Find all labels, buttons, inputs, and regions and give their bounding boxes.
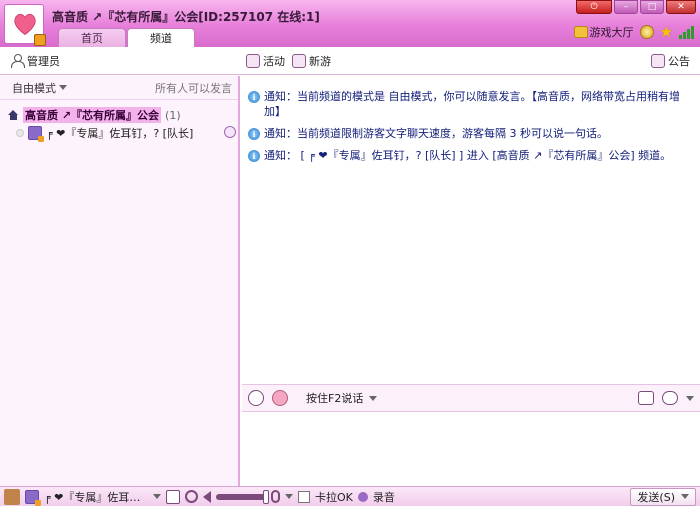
close-button[interactable]: ✕ [666,0,696,14]
activity-button[interactable]: 活动 [246,53,285,69]
emoji-icon[interactable] [248,390,264,406]
window-title: 高音质 ↗『芯有所属』公会[ID:257107 在线:1] [52,10,320,24]
chevron-down-icon [681,494,689,499]
chevron-down-icon[interactable] [686,395,694,401]
chevron-down-icon[interactable] [285,494,293,499]
channel-root[interactable]: 高音质 ↗『芯有所属』公会 (1) [0,106,238,124]
grid-icon[interactable] [166,489,180,504]
admin-button[interactable]: 管理员 [10,53,60,69]
bottom-bar: ╒ ❤『专属』佐耳… 卡拉OK 录音 发送(S) [0,486,700,506]
heart-icon [14,13,36,36]
self-user-name: ╒ ❤『专属』佐耳… [44,490,141,504]
search-icon[interactable] [185,490,198,503]
send-button[interactable]: 发送(S) [630,487,696,506]
admin-label: 管理员 [27,55,60,68]
chevron-down-icon [59,85,67,90]
record-icon[interactable] [357,491,368,502]
chat-message: i 通知：当前频道限制游客文字聊天速度，游客每隔 3 秒可以说一句话。 [248,126,694,141]
channel-count: (1) [165,108,181,122]
activity-icon [246,54,260,68]
star-icon[interactable]: ★ [660,25,673,40]
announcement-label: 公告 [668,55,690,68]
power-button[interactable]: ⏻ [576,0,612,14]
new-games-button[interactable]: 新游 [292,53,331,69]
send-label: 发送(S) [637,490,675,504]
push-to-talk-dropdown[interactable]: 按住F2说话 [306,390,378,406]
main-tabs: 首页 频道 [58,28,196,48]
new-games-label: 新游 [309,55,331,68]
mode-label: 自由模式 [12,81,56,95]
game-hall-label: 游戏大厅 [589,26,634,39]
user-badge-icon [25,489,41,506]
mic-icon[interactable] [271,490,280,503]
coin-icon[interactable] [639,25,654,39]
record-label: 录音 [372,490,395,504]
speaker-icon[interactable] [203,490,211,503]
mode-row: 自由模式 所有人可以发言 [0,76,238,100]
level-badge-icon [34,34,46,46]
channel-avatar[interactable] [4,4,46,46]
message-text: 通知：当前频道的模式是 自由模式，你可以随意发言。【高音质，网络带宽占用稍有增加… [264,90,680,118]
activity-label: 活动 [263,55,285,68]
chat-message: i 通知：当前频道的模式是 自由模式，你可以随意发言。【高音质，网络带宽占用稍有… [248,89,694,119]
input-toolbar-right [638,391,694,405]
face-icon[interactable] [272,390,288,406]
admin-icon [10,54,25,68]
announcement-icon [651,54,665,68]
maximize-button[interactable]: □ [640,0,664,14]
channel-name: 高音质 ↗『芯有所属』公会 [23,107,162,123]
message-text: 通知：当前频道限制游客文字聊天速度，游客每隔 3 秒可以说一句话。 [264,127,608,140]
announcement-button[interactable]: 公告 [651,53,690,69]
tab-home[interactable]: 首页 [58,28,126,47]
user-avatar-icon [28,126,44,142]
mode-note: 所有人可以发言 [155,81,232,95]
chevron-down-icon [369,395,378,401]
game-hall-button[interactable]: 游戏大厅 [573,24,634,40]
chat-bubble-icon[interactable] [662,391,678,405]
signal-strength-icon [679,25,694,39]
volume-slider[interactable] [216,489,269,504]
status-dot-icon [16,129,24,137]
list-item[interactable]: ╒ ❤『专属』佐耳钉，? [队长] [0,124,238,142]
home-icon [8,110,19,120]
channel-toolbar: 管理员 活动 新游 公告 [0,47,700,75]
info-icon: i [248,91,260,103]
input-toolbar: 按住F2说话 [242,384,700,412]
push-to-talk-label: 按住F2说话 [306,392,364,405]
chat-messages: i 通知：当前频道的模式是 自由模式，你可以随意发言。【高音质，网络带宽占用稍有… [242,76,700,384]
game-hall-icon [573,26,588,38]
title-bar: 高音质 ↗『芯有所属』公会[ID:257107 在线:1] ⏻ – □ ✕ 首页… [0,0,700,48]
mic-icon [224,126,236,138]
gift-bag-icon[interactable] [638,391,654,405]
minimize-button[interactable]: – [614,0,638,14]
message-text: 通知： [ ╒ ❤『专属』佐耳钉，? [队长] ] 进入 [高音质 ↗『芯有所属… [264,149,672,162]
volume-slider-handle[interactable] [263,489,269,504]
tab-channel[interactable]: 频道 [127,28,195,48]
channel-tree-panel: 自由模式 所有人可以发言 高音质 ↗『芯有所属』公会 (1) ╒ ❤『专属』佐耳… [0,76,240,486]
info-icon: i [248,128,260,140]
karaoke-label: 卡拉OK [315,490,353,504]
window-controls: ⏻ – □ ✕ [574,0,696,14]
chevron-down-icon[interactable] [153,494,161,499]
chat-message: i 通知： [ ╒ ❤『专属』佐耳钉，? [队长] ] 进入 [高音质 ↗『芯有… [248,148,694,163]
mode-dropdown[interactable]: 自由模式 [12,80,67,96]
karaoke-checkbox[interactable] [298,490,310,503]
message-input[interactable] [242,412,700,486]
header-right-tools: 游戏大厅 ★ [573,24,694,40]
self-avatar-icon[interactable] [4,488,20,505]
gamepad-icon [292,54,306,68]
info-icon: i [248,150,260,162]
user-name: ╒ ❤『专属』佐耳钉，? [队长] [46,127,194,140]
